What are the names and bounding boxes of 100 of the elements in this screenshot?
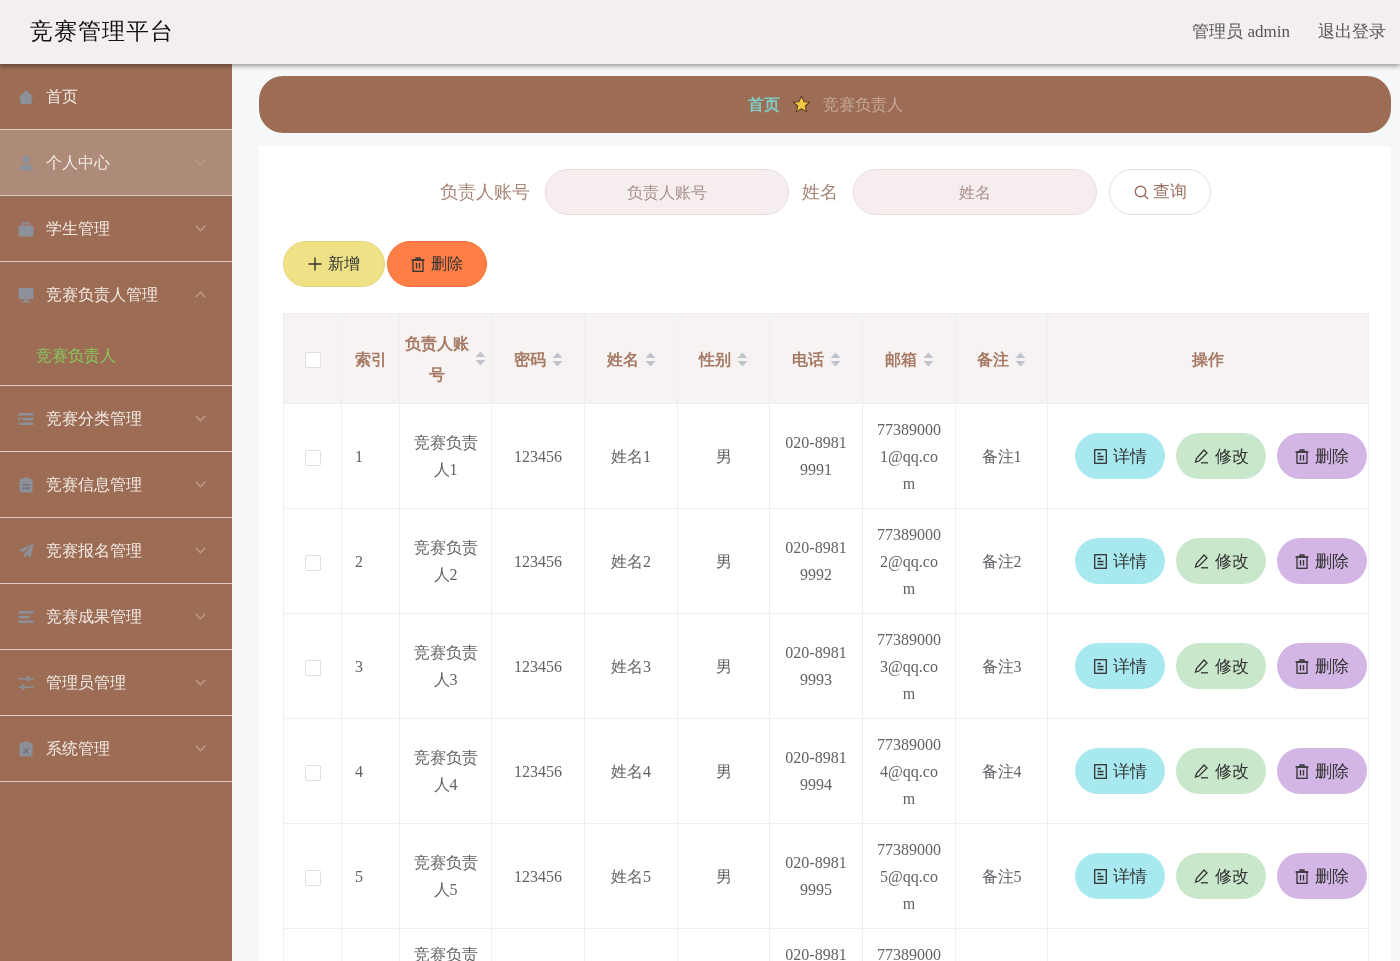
table-cell: 竞赛负责人1 — [399, 403, 492, 509]
checkbox[interactable] — [304, 352, 321, 369]
trash-icon — [411, 256, 425, 272]
checkbox[interactable] — [304, 869, 321, 886]
list-icon — [18, 608, 34, 625]
table-cell: 773890001@qq.com — [862, 403, 956, 509]
checkbox[interactable] — [304, 659, 321, 676]
star-icon — [791, 95, 811, 114]
table-cell: 123456 — [491, 613, 585, 719]
search-icon — [1133, 184, 1149, 200]
delete-button[interactable]: 删除 — [1277, 538, 1367, 584]
table-cell: 备注2 — [955, 508, 1048, 614]
edit-button[interactable]: 修改 — [1176, 643, 1266, 689]
delete-button[interactable]: 删除 — [1277, 853, 1367, 899]
column-header: 密码 — [513, 349, 546, 370]
pencil-icon — [1193, 553, 1209, 569]
plus-icon — [308, 257, 322, 271]
table-cell: 姓名4 — [584, 718, 678, 824]
home-icon — [18, 88, 34, 105]
field-label: 姓名 — [802, 180, 838, 204]
table-cell: 4 — [341, 718, 400, 824]
column-header: 负责人账号 — [405, 333, 469, 385]
table-cell: 竞赛负责人3 — [399, 613, 492, 719]
checkbox[interactable] — [304, 449, 321, 466]
list-icon — [18, 410, 34, 427]
pencil-icon — [1193, 658, 1209, 674]
table-cell: 备注5 — [955, 823, 1048, 929]
table-cell: 姓名5 — [584, 823, 678, 929]
table-cell: 020-89819993 — [769, 613, 863, 719]
column-header: 备注 — [977, 349, 1009, 370]
search-button[interactable]: 查询 — [1109, 169, 1211, 215]
menu-item[interactable]: 竞赛负责人管理 — [0, 262, 232, 327]
user-label: 管理员 admin — [1192, 21, 1290, 44]
column-header: 性别 — [699, 349, 731, 370]
breadcrumb-current: 竞赛负责人 — [822, 94, 903, 115]
trash-icon — [1295, 448, 1309, 464]
delete-button[interactable]: 删除 — [1277, 748, 1367, 794]
edit-button[interactable]: 修改 — [1176, 748, 1266, 794]
logout-link[interactable]: 退出登录 — [1318, 19, 1386, 45]
pencil-icon — [1193, 763, 1209, 779]
column-header: 索引 — [355, 349, 387, 370]
app-title: 竞赛管理平台 — [30, 17, 174, 46]
table-cell: 备注4 — [955, 718, 1048, 824]
clipboard-icon — [18, 476, 34, 493]
column-header: 邮箱 — [884, 349, 917, 370]
table-cell: 姓名2 — [584, 508, 678, 614]
column-header: 姓名 — [606, 349, 639, 370]
details-button[interactable]: 详情 — [1075, 853, 1165, 899]
column-header: 电话 — [791, 349, 824, 370]
monitor-icon — [18, 286, 34, 303]
table-cell: 2 — [341, 508, 400, 614]
table-cell: 备注3 — [955, 613, 1048, 719]
edit-button[interactable]: 修改 — [1176, 538, 1266, 584]
trash-icon — [1295, 658, 1309, 674]
table-cell: 1 — [341, 403, 400, 509]
field-label: 负责人账号 — [440, 180, 530, 204]
table-cell: 竞赛负责人2 — [399, 508, 492, 614]
search-field[interactable]: 姓名 — [853, 169, 1097, 215]
table-cell: 123456 — [491, 403, 585, 509]
briefcase-icon — [18, 220, 34, 237]
checkbox[interactable] — [304, 764, 321, 781]
delete-button[interactable]: 删除 — [387, 241, 487, 287]
table-cell: 123456 — [491, 823, 585, 929]
trash-icon — [1295, 553, 1309, 569]
document-icon — [1093, 448, 1107, 464]
table-cell: 020-89819992 — [769, 508, 863, 614]
table-cell: 123456 — [491, 508, 585, 614]
add-button[interactable]: 新增 — [283, 241, 385, 287]
clipboard-icon — [18, 740, 34, 757]
edit-button[interactable]: 修改 — [1176, 853, 1266, 899]
search-field[interactable]: 负责人账号 — [545, 169, 789, 215]
trash-icon — [1295, 868, 1309, 884]
table-cell: 020-89819994 — [769, 718, 863, 824]
details-button[interactable]: 详情 — [1075, 748, 1165, 794]
table-cell: 男 — [677, 718, 770, 824]
table-cell: 773890005@qq.com — [862, 823, 956, 929]
table-cell: 男 — [677, 613, 770, 719]
pencil-icon — [1193, 448, 1209, 464]
delete-button[interactable]: 删除 — [1277, 433, 1367, 479]
table-cell: 773890004@qq.com — [862, 718, 956, 824]
table-cell: 姓名3 — [584, 613, 678, 719]
table-cell: 123456 — [491, 718, 585, 824]
table-cell: 3 — [341, 613, 400, 719]
details-button[interactable]: 详情 — [1075, 538, 1165, 584]
delete-button[interactable]: 删除 — [1277, 643, 1367, 689]
sliders-icon — [18, 674, 34, 691]
table-cell: 备注1 — [955, 403, 1048, 509]
table-cell: 男 — [677, 403, 770, 509]
edit-button[interactable]: 修改 — [1176, 433, 1266, 479]
table-cell: 773890003@qq.com — [862, 613, 956, 719]
table-cell: 姓名1 — [584, 403, 678, 509]
document-icon — [1093, 553, 1107, 569]
table-cell: 020-89819991 — [769, 403, 863, 509]
trash-icon — [1295, 763, 1309, 779]
document-icon — [1093, 658, 1107, 674]
details-button[interactable]: 详情 — [1075, 433, 1165, 479]
details-button[interactable]: 详情 — [1075, 643, 1165, 689]
table-cell: 男 — [677, 823, 770, 929]
table-cell: 竞赛负责人4 — [399, 718, 492, 824]
checkbox[interactable] — [304, 554, 321, 571]
